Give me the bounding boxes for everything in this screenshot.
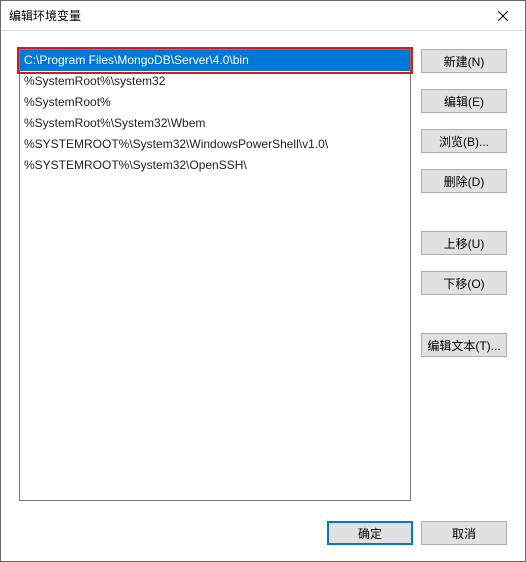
- move-down-button[interactable]: 下移(O): [421, 271, 507, 295]
- delete-button[interactable]: 删除(D): [421, 169, 507, 193]
- path-listbox[interactable]: C:\Program Files\MongoDB\Server\4.0\bin%…: [19, 49, 411, 501]
- list-item[interactable]: %SystemRoot%\System32\Wbem: [20, 113, 410, 134]
- ok-button[interactable]: 确定: [327, 521, 413, 545]
- edit-text-button[interactable]: 编辑文本(T)...: [421, 333, 507, 357]
- close-button[interactable]: [480, 1, 525, 31]
- titlebar: 编辑环境变量: [1, 1, 525, 31]
- cancel-button[interactable]: 取消: [421, 521, 507, 545]
- list-item[interactable]: %SYSTEMROOT%\System32\OpenSSH\: [20, 155, 410, 176]
- edit-button[interactable]: 编辑(E): [421, 89, 507, 113]
- move-up-button[interactable]: 上移(U): [421, 231, 507, 255]
- env-var-edit-dialog: 编辑环境变量 C:\Program Files\MongoDB\Server\4…: [0, 0, 526, 562]
- new-button[interactable]: 新建(N): [421, 49, 507, 73]
- close-icon: [498, 11, 508, 21]
- footer: 确定 取消: [1, 509, 525, 561]
- list-wrapper: C:\Program Files\MongoDB\Server\4.0\bin%…: [19, 49, 411, 501]
- content-area: C:\Program Files\MongoDB\Server\4.0\bin%…: [1, 31, 525, 509]
- dialog-title: 编辑环境变量: [9, 7, 480, 24]
- list-item[interactable]: %SystemRoot%: [20, 92, 410, 113]
- list-item[interactable]: %SYSTEMROOT%\System32\WindowsPowerShell\…: [20, 134, 410, 155]
- list-item[interactable]: C:\Program Files\MongoDB\Server\4.0\bin: [20, 50, 410, 71]
- side-button-column: 新建(N) 编辑(E) 浏览(B)... 删除(D) 上移(U) 下移(O) 编…: [421, 49, 507, 501]
- browse-button[interactable]: 浏览(B)...: [421, 129, 507, 153]
- list-item[interactable]: %SystemRoot%\system32: [20, 71, 410, 92]
